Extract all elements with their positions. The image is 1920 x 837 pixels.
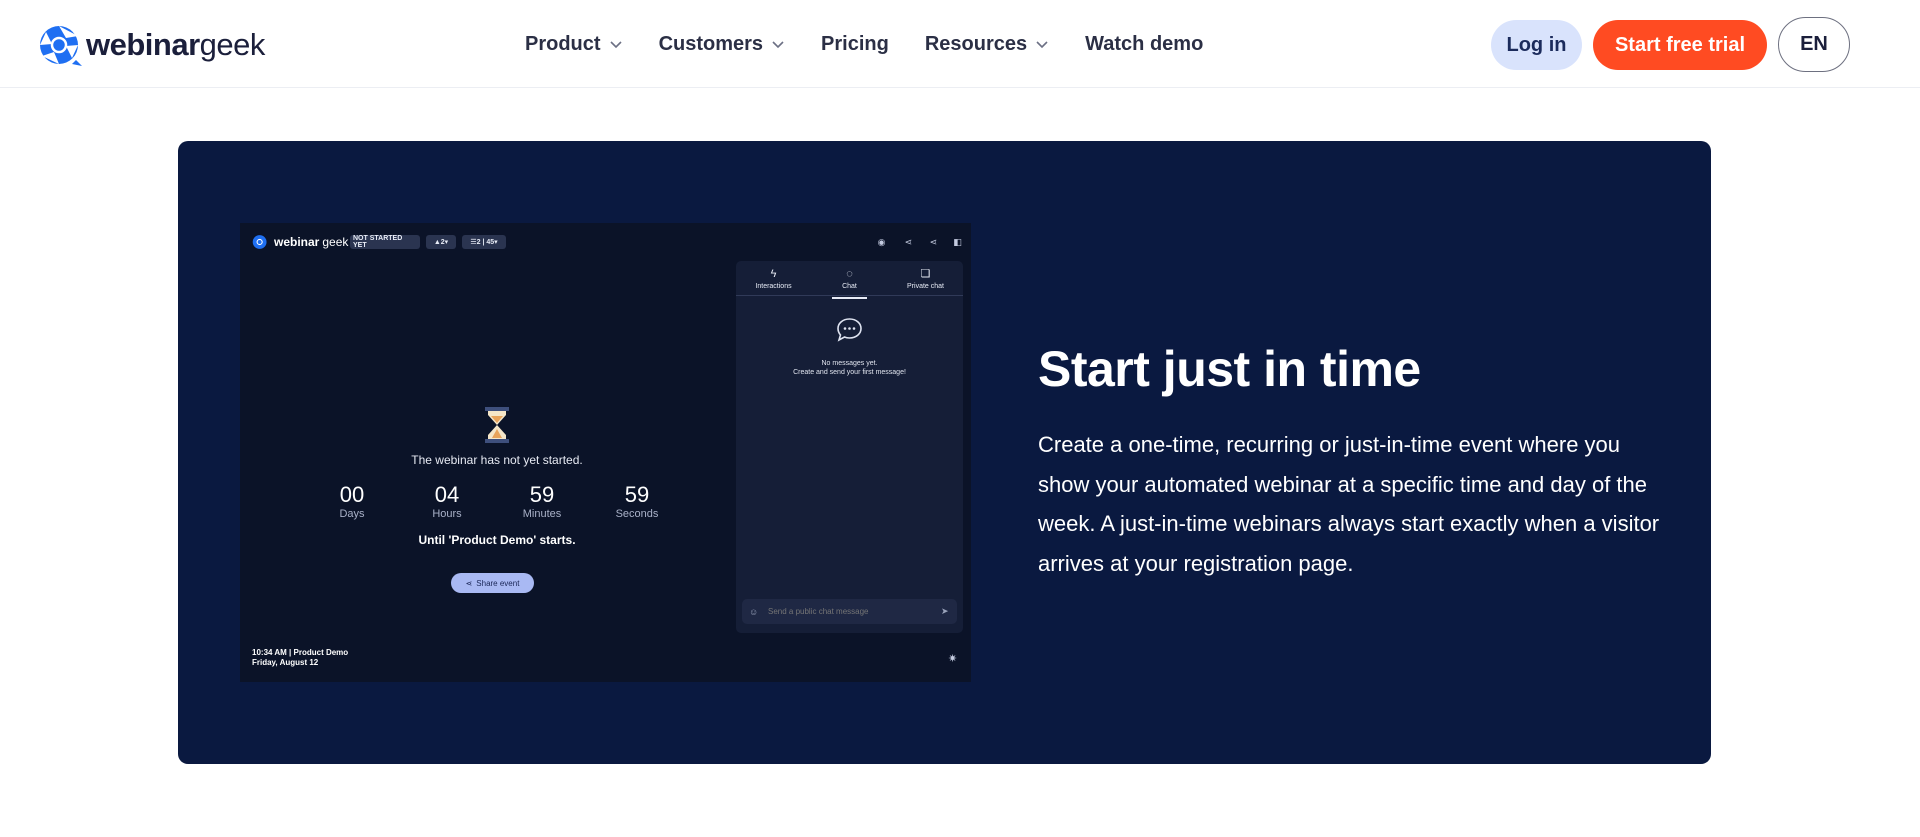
preview-logo: webinar geek: [252, 234, 348, 250]
countdown-minutes: 59 Minutes: [522, 482, 562, 521]
webinargeek-logo[interactable]: webinargeek: [38, 24, 265, 66]
countdown-hours: 04 Hours: [432, 482, 462, 521]
status-badge: NOT STARTED YET: [350, 235, 420, 249]
chat-message-input[interactable]: [742, 599, 957, 624]
chat-bubble-icon: ◌: [846, 268, 853, 280]
emoji-icon[interactable]: ☺: [749, 607, 758, 617]
share-icon[interactable]: ⋖: [903, 237, 914, 248]
chevron-down-icon: [1036, 41, 1048, 49]
language-selector[interactable]: EN: [1778, 17, 1850, 72]
logo-wordmark: webinargeek: [86, 27, 265, 62]
share-alt-icon[interactable]: ⋖: [928, 237, 939, 248]
presenters-badge: ▲ 2 ▾: [426, 235, 456, 249]
chevron-down-icon: [609, 41, 622, 49]
nav-customers[interactable]: Customers: [659, 33, 785, 56]
nav-resources[interactable]: Resources: [925, 33, 1049, 56]
countdown-seconds: 59 Seconds: [615, 482, 659, 521]
share-event-button[interactable]: ⋖ Share event: [451, 573, 534, 593]
bolt-icon: ϟ: [770, 268, 777, 280]
countdown-pane: The webinar has not yet started. 00 Days…: [240, 257, 730, 682]
not-started-text: The webinar has not yet started.: [411, 453, 583, 467]
chat-panel: ϟ Interactions ◌ Chat ❏ Private chat No …: [736, 261, 963, 633]
private-chat-icon: ❏: [920, 268, 931, 280]
attendees-badge: ☰ 2 | 45 ▾: [462, 235, 506, 249]
send-icon[interactable]: ➤: [941, 606, 949, 617]
chevron-down-icon: [772, 41, 784, 49]
chat-tabs: ϟ Interactions ◌ Chat ❏ Private chat: [736, 261, 963, 299]
eye-icon[interactable]: ◉: [876, 237, 887, 248]
main-nav: Product Customers Pricing Resources Watc…: [525, 0, 1203, 88]
feature-title: Start just in time: [1038, 341, 1421, 397]
tab-private-chat[interactable]: ❏ Private chat: [888, 267, 963, 290]
until-text: Until 'Product Demo' starts.: [418, 533, 576, 547]
feature-description: Create a one-time, recurring or just-in-…: [1038, 432, 1660, 576]
nav-product[interactable]: Product: [525, 33, 623, 56]
nav-pricing[interactable]: Pricing: [821, 33, 889, 56]
countdown-days: 00 Days: [339, 482, 365, 521]
hourglass-icon: [485, 407, 509, 443]
webinargeek-logo-icon: [252, 235, 267, 249]
webinargeek-logo-icon: [40, 26, 82, 66]
empty-chat-icon: [837, 318, 862, 342]
site-header: webinargeek Product Customers Pricing Re…: [0, 0, 1920, 88]
start-free-trial-button[interactable]: Start free trial: [1593, 20, 1767, 70]
gear-icon[interactable]: ✷: [948, 652, 957, 665]
login-button[interactable]: Log in: [1491, 20, 1582, 70]
share-icon: ⋖: [465, 578, 473, 588]
event-datetime: 10:34 AM | Product Demo Friday, August 1…: [252, 648, 349, 667]
preview-topbar: webinar geek NOT STARTED YET ▲ 2 ▾ ☰ 2 | …: [240, 223, 971, 257]
tab-interactions[interactable]: ϟ Interactions: [736, 267, 811, 290]
nav-watch-demo[interactable]: Watch demo: [1085, 33, 1203, 56]
layout-icon[interactable]: ◧: [952, 237, 963, 248]
no-messages-text: No messages yet. Create and send your fi…: [793, 360, 906, 376]
webinar-room-preview: webinar geek NOT STARTED YET ▲ 2 ▾ ☰ 2 | …: [240, 223, 971, 682]
tab-chat[interactable]: ◌ Chat: [812, 267, 887, 299]
